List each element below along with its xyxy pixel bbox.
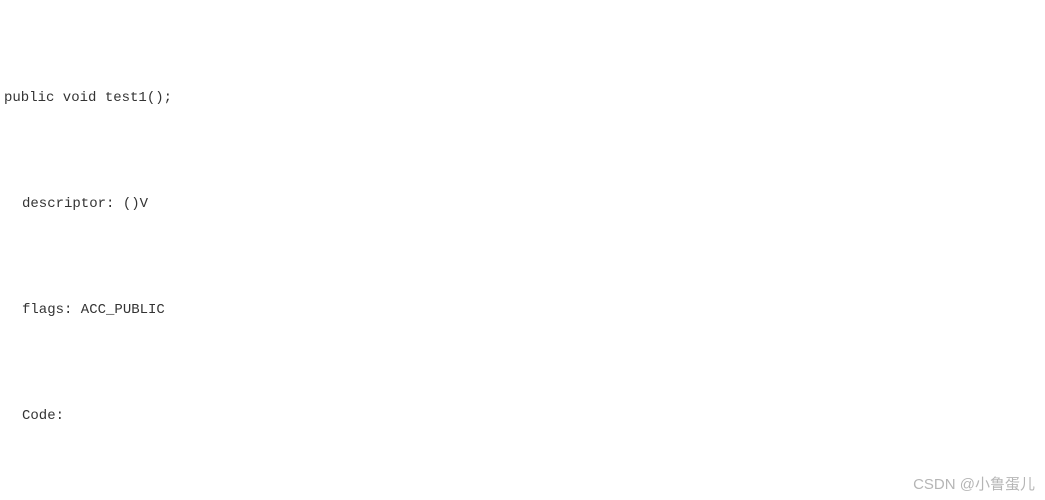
flags-line: flags: ACC_PUBLIC <box>4 297 1041 323</box>
method-signature: public void test1(); <box>4 86 1041 112</box>
text: public void test1(); <box>4 85 172 112</box>
text: Code: <box>22 403 64 430</box>
text: descriptor: ()V <box>22 191 148 218</box>
text: flags: ACC_PUBLIC <box>22 297 165 324</box>
descriptor-line: descriptor: ()V <box>4 192 1041 218</box>
code-label: Code: <box>4 403 1041 429</box>
bytecode-listing: public void test1(); descriptor: ()V fla… <box>0 0 1045 500</box>
